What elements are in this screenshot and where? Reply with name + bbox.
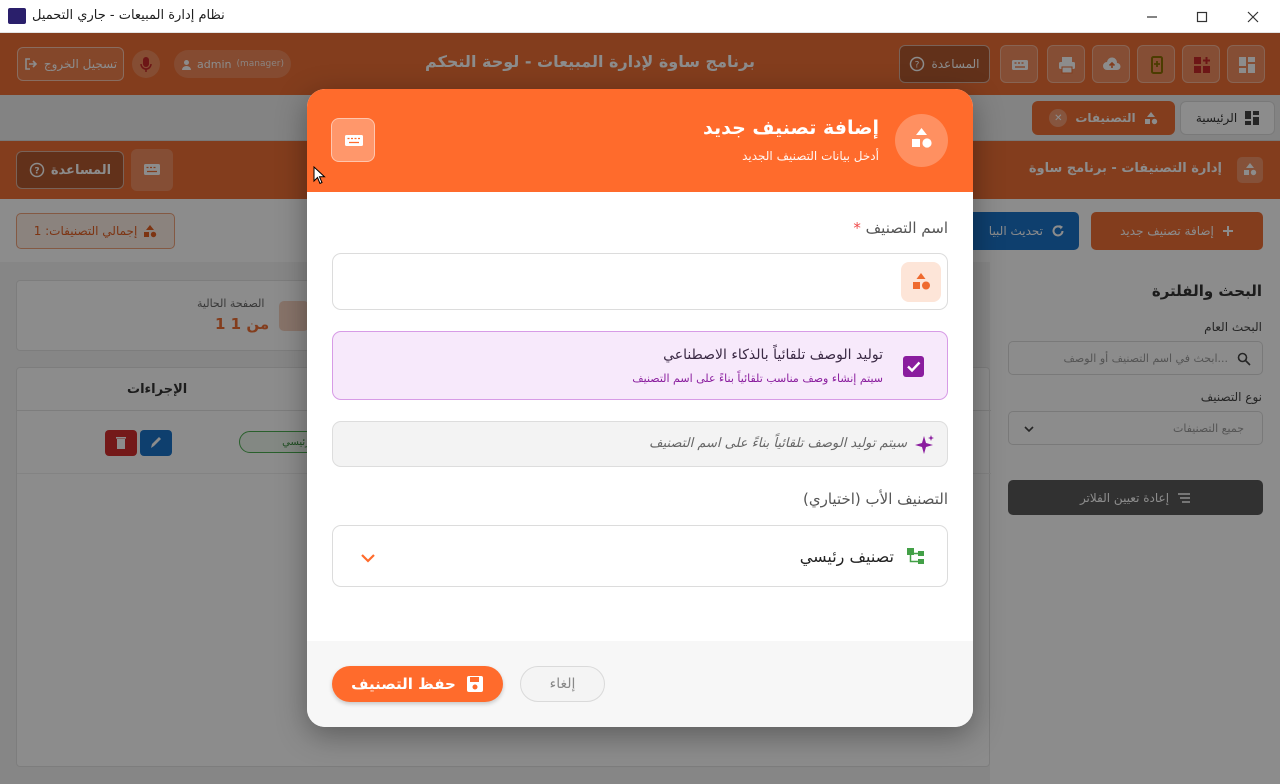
category-name-field[interactable]	[332, 253, 948, 310]
app-icon	[8, 8, 26, 24]
parent-category-select[interactable]: تصنيف رئيسي	[332, 525, 948, 587]
shapes-icon	[895, 114, 948, 167]
maximize-icon	[1196, 11, 1208, 22]
minimize-icon	[1147, 15, 1157, 18]
dialog-footer: حفظ التصنيف إلغاء	[307, 641, 973, 727]
close-icon	[1247, 11, 1259, 22]
dialog-header: إضافة تصنيف جديد أدخل بيانات التصنيف الج…	[307, 89, 973, 192]
parent-field-label: التصنيف الأب (اختياري)	[803, 490, 948, 508]
category-name-input[interactable]	[343, 262, 883, 302]
window-title: نظام إدارة المبيعات - جاري التحميل	[32, 8, 225, 23]
cancel-button[interactable]: إلغاء	[520, 666, 605, 702]
keyboard-icon	[345, 135, 363, 146]
ai-description-option[interactable]: توليد الوصف تلقائياً بالذكاء الاصطناعي س…	[332, 331, 948, 400]
ai-option-title: توليد الوصف تلقائياً بالذكاء الاصطناعي	[663, 347, 883, 363]
mouse-cursor-icon	[313, 166, 326, 185]
required-mark: *	[853, 219, 861, 237]
description-placeholder: سيتم توليد الوصف تلقائياً بناءً على اسم …	[649, 436, 907, 451]
checkmark-icon	[907, 361, 921, 373]
window-titlebar: نظام إدارة المبيعات - جاري التحميل	[0, 0, 1280, 33]
ai-option-subtitle: سيتم إنشاء وصف مناسب تلقائياً بناءً على …	[632, 372, 883, 385]
parent-category-value: تصنيف رئيسي	[799, 547, 894, 566]
close-window-button[interactable]	[1230, 0, 1276, 33]
sparkles-icon	[915, 435, 934, 454]
add-category-dialog: إضافة تصنيف جديد أدخل بيانات التصنيف الج…	[307, 89, 973, 727]
shapes-icon	[901, 262, 941, 302]
dialog-keyboard-button[interactable]	[331, 118, 375, 162]
ai-checkbox[interactable]	[903, 356, 924, 377]
description-field: سيتم توليد الوصف تلقائياً بناءً على اسم …	[332, 421, 948, 467]
save-label: حفظ التصنيف	[351, 675, 456, 693]
chevron-down-icon	[361, 554, 375, 563]
dialog-title: إضافة تصنيف جديد	[703, 117, 879, 139]
minimize-button[interactable]	[1129, 0, 1175, 33]
tree-icon	[907, 548, 924, 564]
floppy-disk-icon	[466, 676, 483, 692]
save-category-button[interactable]: حفظ التصنيف	[332, 666, 503, 702]
maximize-button[interactable]	[1179, 0, 1225, 33]
name-field-label: * اسم التصنيف	[853, 219, 948, 237]
dialog-subtitle: أدخل بيانات التصنيف الجديد	[742, 149, 879, 163]
